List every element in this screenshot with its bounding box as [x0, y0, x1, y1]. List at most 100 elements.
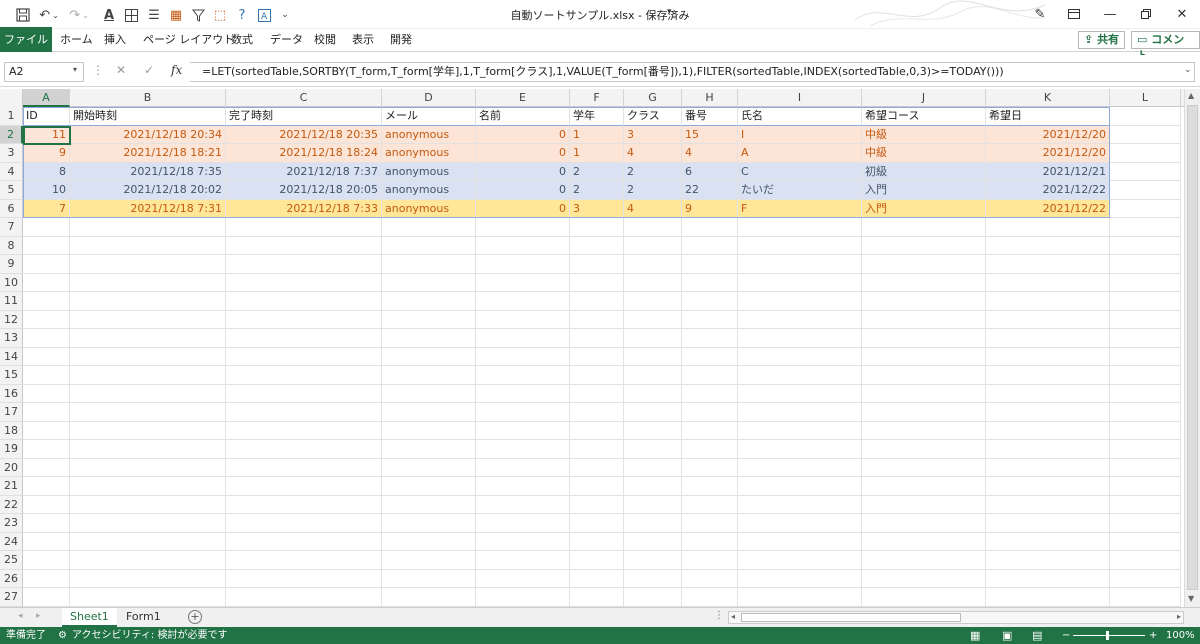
empty-cell[interactable]: [70, 551, 226, 570]
empty-cell[interactable]: [624, 458, 682, 477]
empty-cell[interactable]: [1110, 181, 1181, 200]
header-cell[interactable]: 氏名: [738, 107, 862, 126]
empty-cell[interactable]: [70, 366, 226, 385]
empty-cell[interactable]: [570, 477, 624, 496]
empty-cell[interactable]: [70, 532, 226, 551]
empty-cell[interactable]: [862, 255, 986, 274]
empty-cell[interactable]: [570, 551, 624, 570]
empty-cell[interactable]: [476, 329, 570, 348]
empty-cell[interactable]: [70, 273, 226, 292]
table-cell[interactable]: 0: [476, 144, 570, 163]
empty-cell[interactable]: [624, 236, 682, 255]
column-header-a[interactable]: A: [23, 89, 70, 107]
select-all-corner[interactable]: [0, 89, 23, 107]
empty-cell[interactable]: [23, 218, 70, 237]
empty-cell[interactable]: [986, 236, 1110, 255]
empty-cell[interactable]: [862, 366, 986, 385]
empty-cell[interactable]: [70, 458, 226, 477]
empty-cell[interactable]: [70, 292, 226, 311]
empty-cell[interactable]: [226, 273, 382, 292]
split-handle-icon[interactable]: ⋮: [714, 610, 724, 621]
zoom-out-icon[interactable]: −: [1062, 627, 1070, 644]
empty-cell[interactable]: [23, 366, 70, 385]
column-header-f[interactable]: F: [570, 89, 624, 107]
empty-cell[interactable]: [624, 329, 682, 348]
empty-cell[interactable]: [986, 403, 1110, 422]
empty-cell[interactable]: [682, 347, 738, 366]
horizontal-scroll-thumb[interactable]: [741, 613, 961, 622]
empty-cell[interactable]: [862, 310, 986, 329]
empty-cell[interactable]: [738, 384, 862, 403]
empty-cell[interactable]: [624, 310, 682, 329]
header-cell[interactable]: クラス: [624, 107, 682, 126]
close-icon[interactable]: ✕: [1172, 5, 1192, 23]
table-cell[interactable]: A: [738, 144, 862, 163]
empty-cell[interactable]: [476, 421, 570, 440]
empty-cell[interactable]: [986, 273, 1110, 292]
empty-cell[interactable]: [570, 255, 624, 274]
table-cell[interactable]: 8: [23, 162, 70, 181]
empty-cell[interactable]: [476, 292, 570, 311]
column-header-c[interactable]: C: [226, 89, 382, 107]
empty-cell[interactable]: [862, 477, 986, 496]
column-header-i[interactable]: I: [738, 89, 862, 107]
empty-cell[interactable]: [624, 569, 682, 588]
empty-cell[interactable]: [476, 273, 570, 292]
empty-cell[interactable]: [862, 588, 986, 607]
empty-cell[interactable]: [1110, 107, 1181, 126]
empty-cell[interactable]: [624, 384, 682, 403]
empty-cell[interactable]: [738, 292, 862, 311]
empty-cell[interactable]: [986, 458, 1110, 477]
empty-cell[interactable]: [682, 273, 738, 292]
empty-cell[interactable]: [738, 477, 862, 496]
empty-cell[interactable]: [624, 421, 682, 440]
empty-cell[interactable]: [382, 236, 476, 255]
empty-cell[interactable]: [570, 292, 624, 311]
empty-cell[interactable]: [624, 403, 682, 422]
empty-cell[interactable]: [862, 569, 986, 588]
page-layout-view-icon[interactable]: ▣: [1002, 627, 1012, 644]
empty-cell[interactable]: [382, 440, 476, 459]
empty-cell[interactable]: [862, 458, 986, 477]
empty-cell[interactable]: [23, 477, 70, 496]
table-cell[interactable]: 2021/12/18 18:24: [226, 144, 382, 163]
empty-cell[interactable]: [476, 384, 570, 403]
empty-cell[interactable]: [1110, 255, 1181, 274]
empty-cell[interactable]: [382, 255, 476, 274]
empty-cell[interactable]: [1110, 588, 1181, 607]
empty-cell[interactable]: [986, 495, 1110, 514]
row-header-13[interactable]: 13: [0, 329, 23, 348]
empty-cell[interactable]: [226, 569, 382, 588]
tab-view[interactable]: 表示: [352, 29, 374, 51]
normal-view-icon[interactable]: ▦: [970, 627, 980, 644]
empty-cell[interactable]: [862, 514, 986, 533]
empty-cell[interactable]: [226, 477, 382, 496]
empty-cell[interactable]: [1110, 421, 1181, 440]
row-header-17[interactable]: 17: [0, 403, 23, 422]
empty-cell[interactable]: [738, 495, 862, 514]
empty-cell[interactable]: [70, 588, 226, 607]
empty-cell[interactable]: [476, 218, 570, 237]
table-cell[interactable]: 1: [570, 125, 624, 144]
ribbon-display-icon[interactable]: [1064, 5, 1084, 23]
empty-cell[interactable]: [570, 329, 624, 348]
empty-cell[interactable]: [476, 551, 570, 570]
empty-cell[interactable]: [476, 569, 570, 588]
empty-cell[interactable]: [682, 366, 738, 385]
empty-cell[interactable]: [986, 310, 1110, 329]
header-cell[interactable]: 番号: [682, 107, 738, 126]
empty-cell[interactable]: [570, 421, 624, 440]
empty-cell[interactable]: [70, 384, 226, 403]
empty-cell[interactable]: [570, 514, 624, 533]
table-cell[interactable]: 4: [624, 144, 682, 163]
table-cell[interactable]: anonymous: [382, 162, 476, 181]
empty-cell[interactable]: [226, 218, 382, 237]
empty-cell[interactable]: [1110, 273, 1181, 292]
empty-cell[interactable]: [682, 403, 738, 422]
column-header-k[interactable]: K: [986, 89, 1110, 107]
table-cell[interactable]: 2021/12/18 7:33: [226, 199, 382, 218]
table-cell[interactable]: 初級: [862, 162, 986, 181]
empty-cell[interactable]: [738, 218, 862, 237]
table-cell[interactable]: anonymous: [382, 144, 476, 163]
empty-cell[interactable]: [570, 532, 624, 551]
